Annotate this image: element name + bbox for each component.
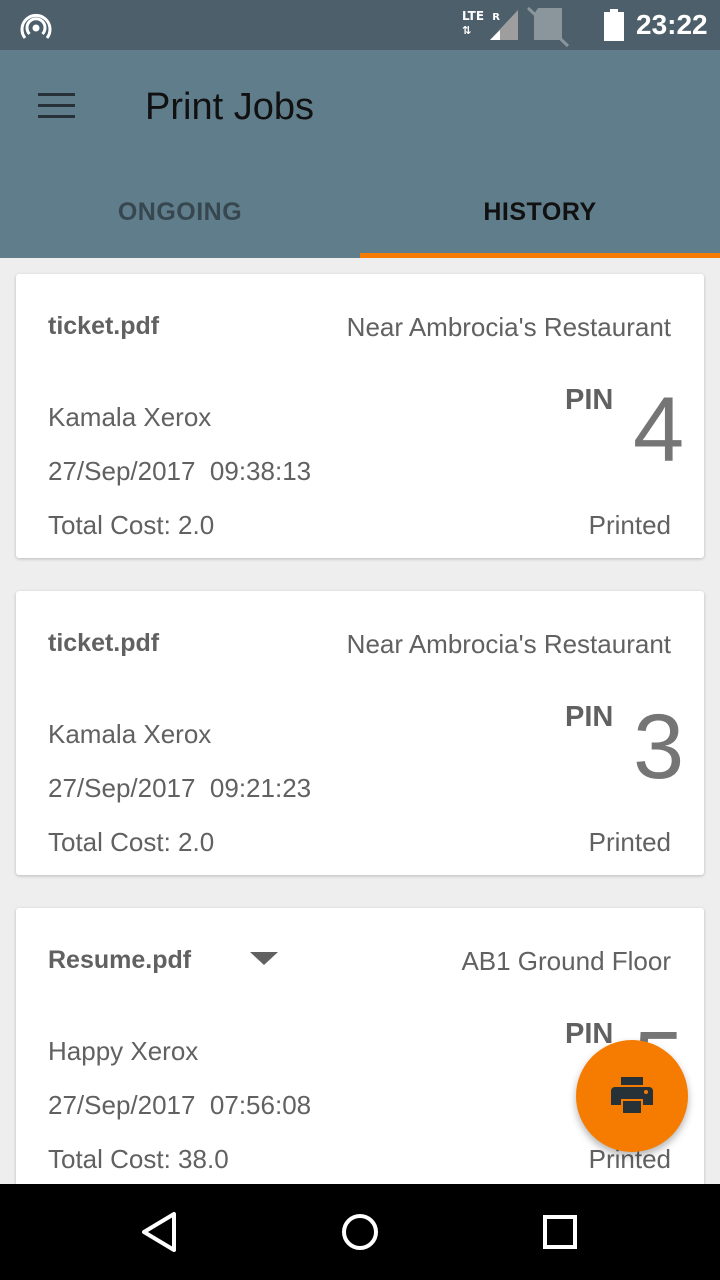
total-cost: Total Cost: 2.0: [48, 827, 215, 857]
shop-location: Near Ambrocia's Restaurant: [346, 312, 671, 342]
job-status: Printed: [588, 827, 671, 857]
back-icon[interactable]: [136, 1208, 184, 1256]
job-card[interactable]: ticket.pdf Near Ambrocia's Restaurant Ka…: [16, 274, 704, 558]
job-datetime: 27/Sep/2017 09:38:13: [48, 456, 312, 486]
hamburger-menu-icon[interactable]: [22, 78, 90, 134]
chevron-down-icon[interactable]: [250, 950, 278, 966]
shop-name: Kamala Xerox: [48, 402, 212, 432]
shop-location: Near Ambrocia's Restaurant: [346, 629, 671, 659]
tab-history[interactable]: HISTORY: [360, 175, 720, 258]
battery-icon: [604, 9, 624, 41]
status-bar: LTE R ⇅ 23:22: [0, 0, 720, 50]
shop-name: Happy Xerox: [48, 1036, 199, 1066]
no-sim-icon: [526, 6, 570, 48]
job-datetime: 27/Sep/2017 09:21:23: [48, 773, 312, 803]
pin-value: 3: [633, 696, 685, 798]
file-name: ticket.pdf: [48, 312, 160, 340]
tab-ongoing[interactable]: ONGOING: [0, 175, 360, 258]
clock: 23:22: [636, 9, 708, 40]
pin-label: PIN: [565, 384, 614, 416]
navigation-bar: [0, 1184, 720, 1280]
app-bar: Print Jobs ONGOING HISTORY: [0, 50, 720, 258]
total-cost: Total Cost: 2.0: [48, 510, 215, 540]
total-cost: Total Cost: 38.0: [48, 1144, 229, 1174]
printer-icon: [611, 1077, 653, 1113]
home-icon[interactable]: [336, 1208, 384, 1256]
shop-location: AB1 Ground Floor: [461, 946, 671, 976]
recents-icon[interactable]: [536, 1208, 584, 1256]
shop-name: Kamala Xerox: [48, 719, 212, 749]
file-name: ticket.pdf: [48, 629, 160, 657]
pin-label: PIN: [565, 701, 614, 733]
job-card[interactable]: ticket.pdf Near Ambrocia's Restaurant Ka…: [16, 591, 704, 875]
hotspot-icon: [20, 13, 52, 39]
job-status: Printed: [588, 510, 671, 540]
signal-icon: [490, 10, 518, 40]
page-title: Print Jobs: [145, 86, 314, 128]
job-datetime: 27/Sep/2017 07:56:08: [48, 1090, 312, 1120]
file-name: Resume.pdf: [48, 946, 192, 974]
tab-bar: ONGOING HISTORY: [0, 175, 720, 258]
pin-value: 4: [633, 379, 685, 481]
new-print-job-button[interactable]: [576, 1040, 688, 1152]
